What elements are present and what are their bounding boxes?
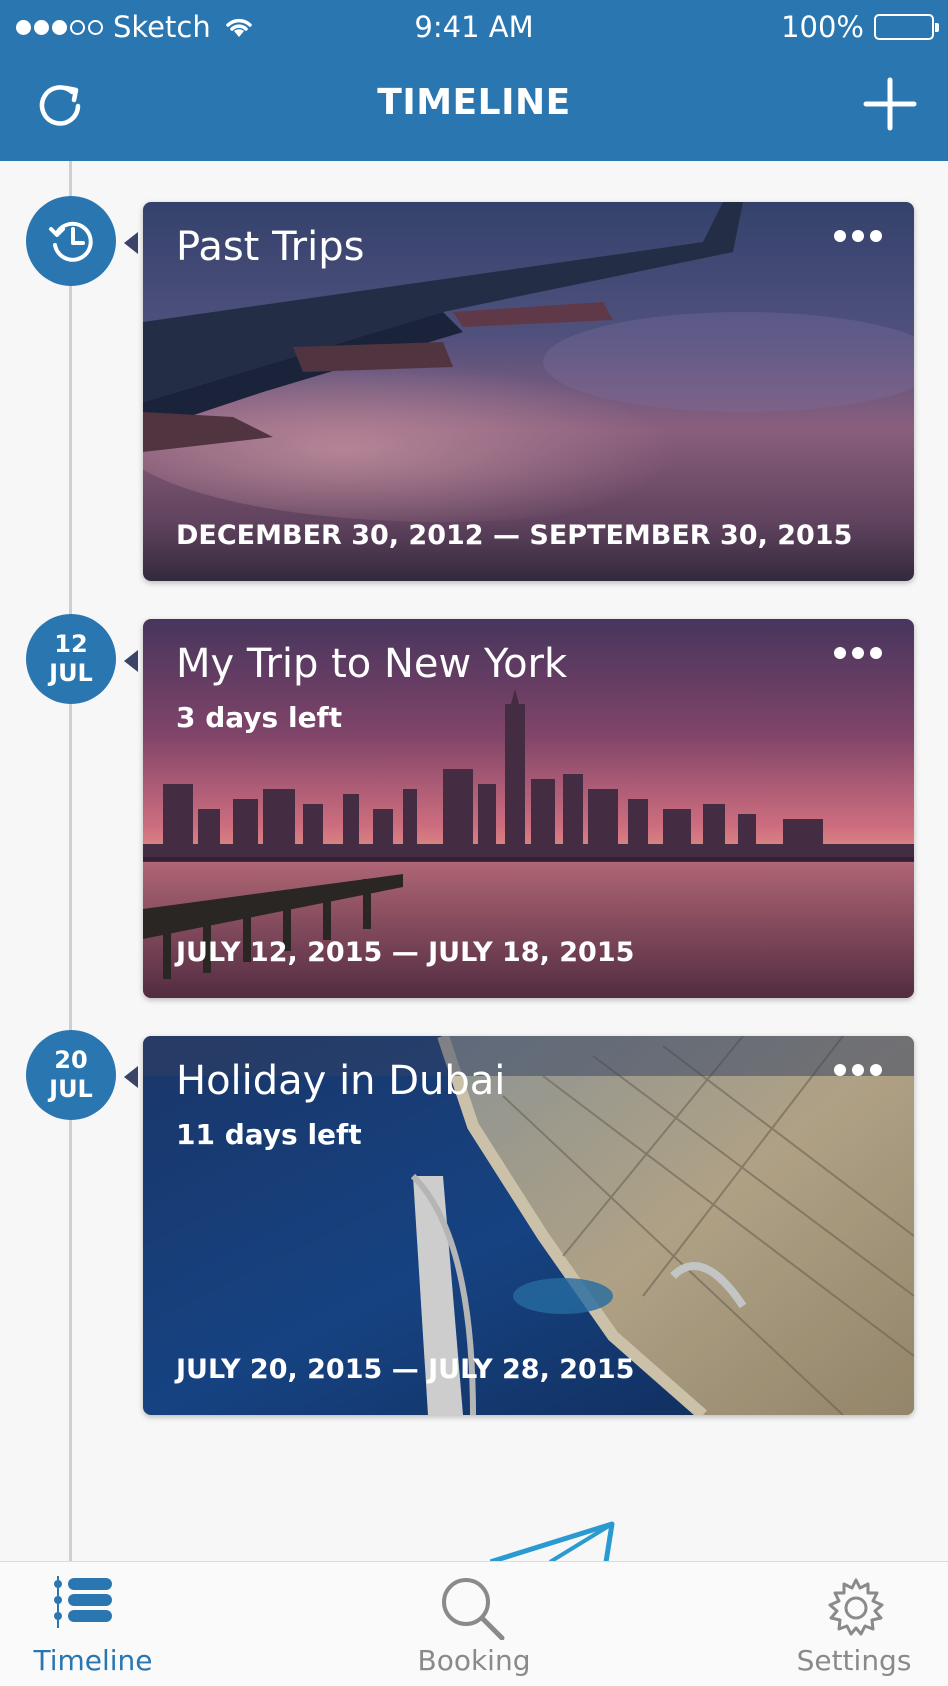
tab-label: Booking — [417, 1644, 531, 1677]
marker-month: JUL — [49, 1075, 93, 1103]
trip-title: Holiday in Dubai — [176, 1058, 506, 1104]
plus-icon[interactable] — [862, 76, 918, 132]
trip-dates: JULY 12, 2015 — JULY 18, 2015 — [176, 937, 635, 968]
date-marker: 12 JUL — [26, 614, 138, 704]
paper-plane-icon — [490, 1521, 615, 1562]
page-title: TIMELINE — [377, 82, 571, 123]
timeline-line — [69, 161, 72, 1561]
trip-title: Past Trips — [176, 224, 365, 270]
more-icon[interactable] — [834, 647, 882, 659]
marker-day: 12 — [54, 630, 88, 658]
trip-dates: JULY 20, 2015 — JULY 28, 2015 — [176, 1354, 635, 1385]
days-left: 3 days left — [176, 701, 343, 734]
gear-icon — [828, 1578, 884, 1636]
battery-percent: 100% — [781, 10, 864, 44]
trip-dates: DECEMBER 30, 2012 — SEPTEMBER 30, 2015 — [176, 520, 853, 551]
trip-card-new-york[interactable]: My Trip to New York 3 days left JULY 12,… — [143, 619, 914, 998]
battery-status: 100% — [781, 10, 939, 44]
more-icon[interactable] — [834, 1064, 882, 1076]
tab-settings[interactable]: Settings — [754, 1562, 948, 1686]
marker-day: 20 — [54, 1046, 88, 1074]
trip-card-past[interactable]: Past Trips DECEMBER 30, 2012 — SEPTEMBER… — [143, 202, 914, 581]
search-icon — [442, 1578, 505, 1640]
tab-timeline[interactable]: Timeline — [0, 1562, 193, 1686]
tab-label: Settings — [796, 1644, 912, 1677]
date-marker: 20 JUL — [26, 1030, 138, 1120]
history-icon — [49, 221, 93, 262]
tab-booking[interactable]: Booking — [374, 1562, 574, 1686]
list-icon — [54, 1576, 112, 1628]
battery-icon — [874, 14, 939, 40]
more-icon[interactable] — [834, 230, 882, 242]
tab-label: Timeline — [33, 1644, 153, 1677]
tab-bar: Timeline Booking Settings — [0, 1561, 948, 1686]
history-marker — [26, 196, 138, 286]
status-bar: Sketch 9:41 AM 100% — [0, 0, 948, 52]
trip-card-dubai[interactable]: Holiday in Dubai 11 days left JULY 20, 2… — [143, 1036, 914, 1415]
nav-bar: TIMELINE — [0, 52, 948, 161]
days-left: 11 days left — [176, 1118, 362, 1151]
trip-title: My Trip to New York — [176, 641, 568, 687]
marker-month: JUL — [49, 659, 93, 687]
